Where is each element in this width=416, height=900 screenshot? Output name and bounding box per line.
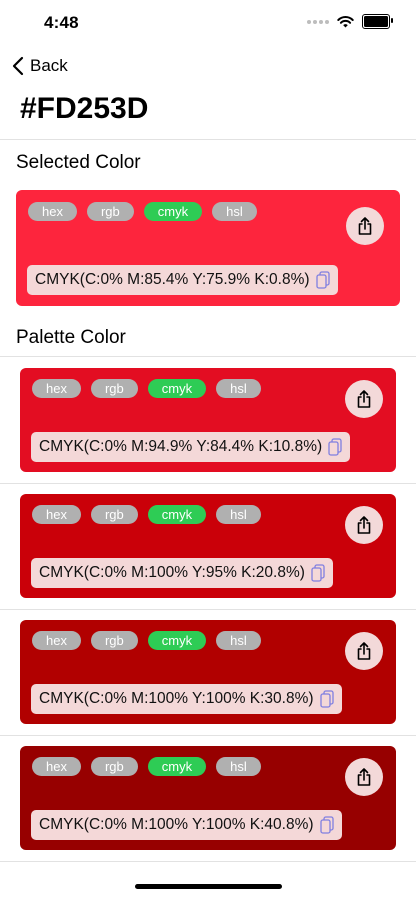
chip-cmyk[interactable]: cmyk	[147, 379, 207, 398]
palette-divider	[0, 609, 416, 610]
selected-color-card: hex rgb cmyk hsl CMYK(C:0% M:85.4% Y:75.…	[16, 190, 400, 306]
chip-cmyk[interactable]: cmyk	[143, 202, 203, 221]
chip-cmyk[interactable]: cmyk	[147, 505, 207, 524]
format-chips: hex rgb cmyk hsl	[32, 379, 261, 398]
format-chips: hex rgb cmyk hsl	[32, 505, 261, 524]
chip-rgb[interactable]: rgb	[86, 202, 134, 221]
palette-divider	[0, 356, 416, 357]
color-value-box: CMYK(C:0% M:100% Y:100% K:30.8%)	[31, 684, 342, 714]
chip-hex[interactable]: hex	[32, 505, 81, 524]
chip-hsl[interactable]: hsl	[216, 757, 261, 776]
color-value-box: CMYK(C:0% M:94.9% Y:84.4% K:10.8%)	[31, 432, 351, 462]
chip-cmyk[interactable]: cmyk	[147, 631, 207, 650]
copy-icon	[319, 816, 334, 834]
selected-color-heading: Selected Color	[16, 152, 141, 173]
battery-icon	[362, 14, 393, 29]
status-bar: 4:48	[0, 0, 416, 46]
chip-rgb[interactable]: rgb	[90, 379, 138, 398]
chip-rgb[interactable]: rgb	[90, 757, 138, 776]
color-value-text: CMYK(C:0% M:100% Y:100% K:40.8%)	[39, 816, 314, 833]
share-button[interactable]	[345, 380, 383, 418]
chip-hsl[interactable]: hsl	[216, 505, 261, 524]
share-button[interactable]	[345, 758, 383, 796]
copy-icon	[319, 690, 334, 708]
share-icon	[357, 642, 371, 660]
format-chips: hex rgb cmyk hsl	[32, 757, 261, 776]
share-button[interactable]	[346, 207, 384, 245]
color-value-text: CMYK(C:0% M:85.4% Y:75.9% K:0.8%)	[35, 271, 310, 288]
cellular-signal-icon	[307, 19, 329, 24]
palette-card: hex rgb cmyk hsl CMYK(C:0% M:94.9% Y:84.…	[20, 368, 396, 472]
share-icon	[357, 516, 371, 534]
format-chips: hex rgb cmyk hsl	[32, 631, 261, 650]
color-value-text: CMYK(C:0% M:94.9% Y:84.4% K:10.8%)	[39, 438, 323, 455]
home-indicator	[135, 884, 282, 889]
chip-rgb[interactable]: rgb	[90, 631, 138, 650]
copy-button[interactable]	[315, 271, 330, 289]
color-value-box: CMYK(C:0% M:100% Y:100% K:40.8%)	[31, 810, 342, 840]
palette-divider	[0, 735, 416, 736]
chip-hex[interactable]: hex	[32, 631, 81, 650]
copy-icon	[328, 438, 342, 456]
color-value-box: CMYK(C:0% M:85.4% Y:75.9% K:0.8%)	[27, 265, 338, 295]
chip-hsl[interactable]: hsl	[212, 202, 257, 221]
palette-card: hex rgb cmyk hsl CMYK(C:0% M:100% Y:100%…	[20, 746, 396, 850]
back-label: Back	[30, 56, 68, 75]
chip-hsl[interactable]: hsl	[216, 379, 261, 398]
chip-hsl[interactable]: hsl	[216, 631, 261, 650]
share-icon	[357, 768, 371, 786]
color-value-box: CMYK(C:0% M:100% Y:95% K:20.8%)	[31, 558, 333, 588]
copy-button[interactable]	[319, 690, 334, 708]
share-icon	[357, 390, 371, 408]
palette-divider	[0, 483, 416, 484]
chevron-left-icon	[12, 56, 24, 76]
status-icons	[307, 14, 393, 29]
status-time: 4:48	[44, 13, 79, 32]
format-chips: hex rgb cmyk hsl	[28, 202, 257, 221]
header-divider	[0, 139, 416, 140]
color-value-text: CMYK(C:0% M:100% Y:100% K:30.8%)	[39, 690, 314, 707]
chip-hex[interactable]: hex	[32, 757, 81, 776]
chip-hex[interactable]: hex	[28, 202, 77, 221]
page-title: #FD253D	[20, 92, 149, 125]
chip-hex[interactable]: hex	[32, 379, 81, 398]
copy-button[interactable]	[311, 564, 325, 582]
copy-button[interactable]	[328, 438, 342, 456]
copy-icon	[315, 271, 330, 289]
palette-card: hex rgb cmyk hsl CMYK(C:0% M:100% Y:95% …	[20, 494, 396, 598]
wifi-icon	[337, 15, 354, 27]
color-value-text: CMYK(C:0% M:100% Y:95% K:20.8%)	[39, 564, 305, 581]
chip-cmyk[interactable]: cmyk	[147, 757, 207, 776]
chip-rgb[interactable]: rgb	[90, 505, 138, 524]
back-button[interactable]: Back	[12, 56, 68, 76]
share-button[interactable]	[345, 506, 383, 544]
share-button[interactable]	[345, 632, 383, 670]
copy-button[interactable]	[319, 816, 334, 834]
palette-divider	[0, 861, 416, 862]
palette-color-heading: Palette Color	[16, 327, 126, 348]
palette-card: hex rgb cmyk hsl CMYK(C:0% M:100% Y:100%…	[20, 620, 396, 724]
copy-icon	[311, 564, 325, 582]
share-icon	[358, 217, 372, 235]
